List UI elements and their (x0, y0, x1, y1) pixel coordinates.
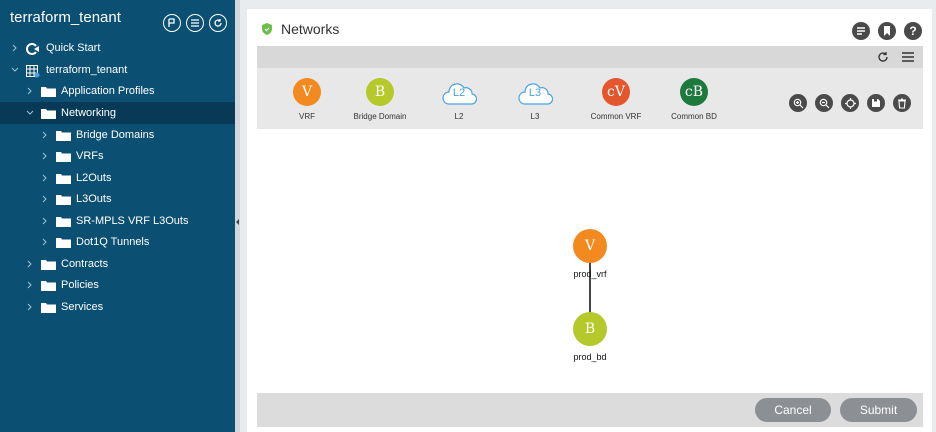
sidebar-item-l3outs[interactable]: L3Outs (0, 188, 235, 210)
chevron-down-icon[interactable] (10, 65, 20, 75)
delete-icon[interactable] (893, 94, 911, 112)
form-footer: Cancel Submit (257, 393, 923, 427)
palette-label: Bridge Domain (353, 112, 407, 121)
task-list-icon[interactable] (852, 22, 870, 40)
refresh-icon[interactable] (877, 51, 889, 66)
chevron-right-icon[interactable] (40, 194, 50, 204)
folder-icon (41, 259, 56, 270)
topology-canvas[interactable]: V prod_vrf B prod_bd (257, 129, 923, 393)
sidebar-item-label: Dot1Q Tunnels (76, 236, 150, 248)
canvas-toolbar (257, 46, 923, 68)
zoom-in-icon[interactable] (789, 94, 807, 112)
sidebar-item-contracts[interactable]: Contracts (0, 253, 235, 275)
palette-label: L2 (454, 112, 464, 121)
palette-label: Common VRF (590, 112, 642, 121)
sidebar-item-label: Bridge Domains (76, 129, 155, 141)
sidebar-item-label: terraform_tenant (46, 64, 128, 76)
sidebar-item-label: Quick Start (46, 42, 101, 54)
bookmark-icon[interactable] (878, 22, 896, 40)
collapse-arrow-icon[interactable] (236, 219, 239, 225)
folder-icon (56, 216, 71, 227)
folder-icon (41, 280, 56, 291)
vrf-bd-link (589, 257, 591, 315)
object-palette: V VRF B Bridge Domain L2 L2 L3 L3 cV Com (257, 68, 923, 129)
palette-label: VRF (299, 112, 315, 121)
save-icon[interactable] (867, 94, 885, 112)
flag-icon[interactable] (163, 14, 181, 32)
sidebar-item-vrfs[interactable]: VRFs (0, 145, 235, 167)
palette-label: L3 (530, 112, 540, 121)
networks-panel: Networks ? V VRF B Bridge Domain L2 L2 L… (247, 9, 932, 432)
submit-button[interactable]: Submit (840, 398, 917, 422)
sidebar-item-label: VRFs (76, 150, 104, 162)
folder-icon (41, 86, 56, 97)
sidebar-item-quick-start[interactable]: Quick Start (0, 37, 235, 59)
sidebar-item-networking[interactable]: Networking (0, 102, 235, 124)
list-icon[interactable] (186, 14, 204, 32)
sidebar-item-services[interactable]: Services (0, 296, 235, 318)
sidebar-item-dot1q-tunnels[interactable]: Dot1Q Tunnels (0, 231, 235, 253)
shield-icon (262, 23, 272, 35)
sidebar-item-label: Policies (61, 279, 99, 291)
vrf-icon: V (293, 78, 321, 106)
sidebar-title: terraform_tenant (10, 9, 121, 26)
folder-icon (56, 173, 71, 184)
sidebar-item-label: Networking (61, 107, 117, 119)
folder-icon (56, 130, 71, 141)
chevron-right-icon[interactable] (25, 259, 35, 269)
chevron-right-icon[interactable] (40, 237, 50, 247)
common-bd-icon: cB (680, 78, 708, 106)
chevron-right-icon[interactable] (25, 302, 35, 312)
chevron-right-icon[interactable] (10, 43, 20, 53)
folder-icon (41, 302, 56, 313)
chevron-right-icon[interactable] (25, 280, 35, 290)
sidebar-item-application-profiles[interactable]: Application Profiles (0, 80, 235, 102)
menu-icon[interactable] (901, 51, 915, 66)
folder-icon (56, 237, 71, 248)
chevron-right-icon[interactable] (40, 216, 50, 226)
chevron-right-icon[interactable] (40, 130, 50, 140)
chevron-right-icon[interactable] (40, 151, 50, 161)
quick-start-icon (26, 42, 41, 55)
palette-label: Common BD (671, 112, 717, 121)
sidebar-item-label: Contracts (61, 258, 109, 270)
zoom-out-icon[interactable] (815, 94, 833, 112)
fit-view-icon[interactable] (841, 94, 859, 112)
sidebar-splitter[interactable] (235, 0, 240, 432)
node-prod-vrf[interactable]: V (573, 229, 607, 263)
tenant-icon (26, 64, 41, 77)
sidebar-item-bridge-domains[interactable]: Bridge Domains (0, 124, 235, 146)
chevron-down-icon[interactable] (25, 108, 35, 118)
sidebar: terraform_tenant Quick Start terraform_t… (0, 0, 235, 432)
sidebar-item-label: Services (61, 301, 104, 313)
sidebar-item-label: L2Outs (76, 172, 112, 184)
sidebar-item-label: Application Profiles (61, 85, 155, 97)
sidebar-item-tenant[interactable]: terraform_tenant (0, 59, 235, 81)
sidebar-item-sr-mpls-vrf-l3outs[interactable]: SR-MPLS VRF L3Outs (0, 210, 235, 232)
node-prod-bd[interactable]: B (573, 312, 607, 346)
node-label: prod_vrf (573, 269, 607, 279)
folder-icon (56, 151, 71, 162)
chevron-right-icon[interactable] (25, 86, 35, 96)
node-label: prod_bd (573, 352, 607, 362)
page-title: Networks (281, 21, 340, 37)
folder-icon (41, 108, 56, 119)
bridge-domain-icon: B (366, 78, 394, 106)
sidebar-item-policies[interactable]: Policies (0, 274, 235, 296)
folder-icon (56, 194, 71, 205)
l2-glyph: L2 (452, 87, 466, 99)
l3-glyph: L3 (528, 87, 542, 99)
sidebar-item-l2outs[interactable]: L2Outs (0, 167, 235, 189)
sidebar-header-icons (163, 14, 227, 32)
chevron-right-icon[interactable] (40, 173, 50, 183)
header-actions: ? (852, 22, 922, 40)
refresh-icon[interactable] (209, 14, 227, 32)
help-icon[interactable]: ? (904, 22, 922, 40)
cancel-button[interactable]: Cancel (755, 398, 831, 422)
common-vrf-icon: cV (602, 78, 630, 106)
sidebar-item-label: SR-MPLS VRF L3Outs (76, 215, 189, 227)
sidebar-item-label: L3Outs (76, 193, 112, 205)
